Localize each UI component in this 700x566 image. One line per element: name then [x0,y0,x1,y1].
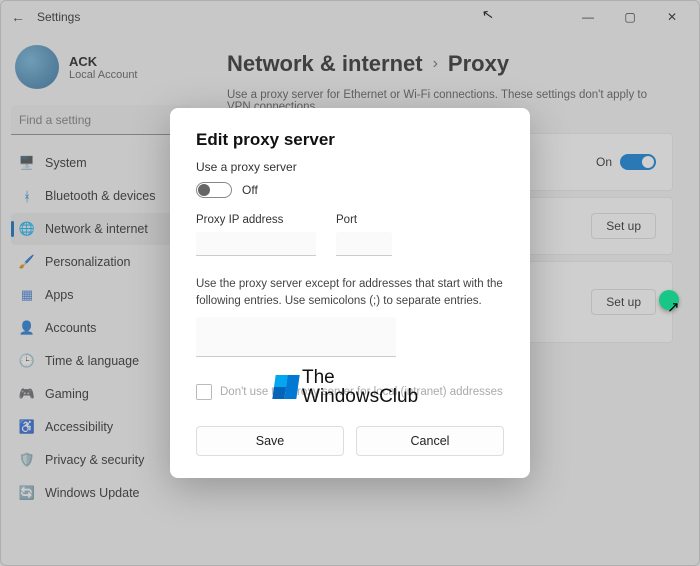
modal-subtitle: Use a proxy server [196,160,504,174]
cancel-button[interactable]: Cancel [356,426,504,456]
save-button[interactable]: Save [196,426,344,456]
exceptions-text: Use the proxy server except for addresse… [196,276,504,309]
ip-label: Proxy IP address [196,214,316,226]
edit-proxy-modal: Edit proxy server Use a proxy server Off… [170,108,530,478]
port-label: Port [336,214,392,226]
modal-title: Edit proxy server [196,130,504,150]
proxy-port-input[interactable] [336,232,392,256]
exceptions-input[interactable] [196,317,396,357]
proxy-ip-input[interactable] [196,232,316,256]
proxy-toggle[interactable] [196,182,232,198]
local-intranet-checkbox[interactable] [196,384,212,400]
local-intranet-label: Don't use the proxy server for local (in… [220,386,503,398]
proxy-toggle-label: Off [242,183,258,197]
modal-overlay: Edit proxy server Use a proxy server Off… [0,0,700,566]
